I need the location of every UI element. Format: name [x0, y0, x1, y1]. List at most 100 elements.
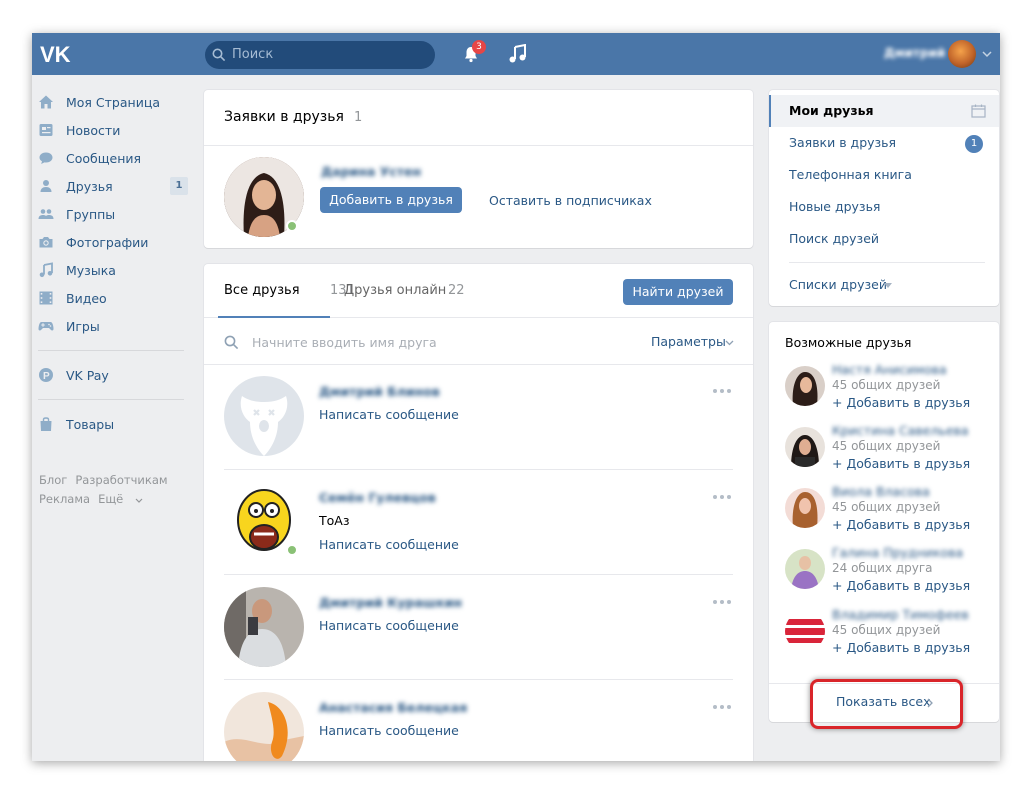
menu-item-friend-requests[interactable]: Заявки в друзья 1 — [769, 127, 999, 159]
sidebar-item-label: Моя Страница — [66, 94, 160, 110]
menu-item-find-friends[interactable]: Поиск друзей — [769, 223, 999, 255]
svg-text:VK: VK — [40, 43, 71, 65]
avatar[interactable] — [785, 427, 825, 467]
mutual-friends-count: 24 общих друга — [832, 561, 933, 575]
friend-requests-card: Заявки в друзья 1 Дарина Устен Добавить … — [204, 90, 753, 248]
top-bar: VK Поиск 3 Дмитрий — [32, 33, 1000, 75]
sidebar-item-games[interactable]: Игры — [32, 312, 202, 340]
sidebar-divider — [38, 399, 184, 400]
sidebar-item-label: Игры — [66, 318, 100, 334]
calendar-icon[interactable] — [971, 104, 986, 118]
add-friend-label: Добавить в друзья — [846, 395, 971, 410]
friend-name[interactable]: Дмитрий Блинов — [319, 384, 440, 399]
sidebar-item-label: Группы — [66, 206, 116, 222]
friend-search-bar[interactable]: Начните вводить имя друга Параметры — [204, 319, 753, 365]
friends-icon — [38, 178, 54, 194]
suggested-friend-name[interactable]: Галина Прудникова — [832, 545, 963, 560]
avatar[interactable] — [224, 587, 304, 667]
sidebar-item-news[interactable]: Новости — [32, 116, 202, 144]
vk-logo-icon[interactable]: VK — [39, 43, 73, 65]
more-options-icon[interactable] — [712, 599, 732, 605]
suggested-friend-name[interactable]: Кристина Савельева — [832, 423, 969, 438]
more-options-icon[interactable] — [712, 388, 732, 394]
tab-all-friends[interactable]: Все друзья — [224, 283, 300, 298]
friend-lists-dropdown[interactable]: Списки друзей — [789, 277, 887, 292]
menu-item-new-friends[interactable]: Новые друзья — [769, 191, 999, 223]
suggested-friend-name[interactable]: Виола Власова — [832, 484, 930, 499]
chevron-down-icon — [884, 283, 892, 288]
sidebar-item-music[interactable]: Музыка — [32, 256, 202, 284]
search-input[interactable]: Поиск — [205, 41, 435, 69]
add-friend-link[interactable]: + Добавить в друзья — [832, 395, 970, 410]
friends-menu-card: Мои друзья Заявки в друзья 1 Телефонная … — [769, 90, 999, 306]
possible-friends-title: Возможные друзья — [785, 335, 912, 350]
footer-link-developers[interactable]: Разработчикам — [75, 473, 167, 487]
add-friend-link[interactable]: + Добавить в друзья — [832, 517, 970, 532]
add-friend-link[interactable]: + Добавить в друзья — [832, 456, 970, 471]
divider — [789, 262, 985, 263]
menu-item-phone-book[interactable]: Телефонная книга — [769, 159, 999, 191]
person-photo — [785, 549, 825, 589]
sidebar-item-vk-pay[interactable]: P VK Pay — [32, 361, 202, 389]
write-message-link[interactable]: Написать сообщение — [319, 407, 459, 422]
music-note-icon[interactable] — [507, 44, 529, 64]
footer-link-ads[interactable]: Реклама — [39, 492, 90, 506]
user-name[interactable]: Дмитрий — [884, 46, 945, 60]
parameters-dropdown[interactable]: Параметры — [651, 334, 726, 349]
online-indicator — [286, 544, 298, 556]
suggested-friend-name[interactable]: Настя Анисимова — [832, 362, 947, 377]
avatar[interactable] — [224, 692, 304, 761]
sidebar-item-friends[interactable]: Друзья 1 — [32, 172, 202, 200]
sidebar-item-photos[interactable]: Фотографии — [32, 228, 202, 256]
avatar[interactable] — [785, 488, 825, 528]
suggested-friend: Виола Власова 45 общих друзей + Добавить… — [785, 484, 995, 544]
menu-item-my-friends[interactable]: Мои друзья — [769, 95, 999, 127]
avatar[interactable] — [948, 40, 976, 68]
add-friend-link[interactable]: + Добавить в друзья — [832, 578, 970, 593]
suggested-friend-name[interactable]: Владимир Тимофеев — [832, 607, 969, 622]
write-message-link[interactable]: Написать сообщение — [319, 618, 459, 633]
avatar[interactable] — [785, 366, 825, 406]
chevron-down-icon — [725, 340, 734, 346]
sidebar-item-label: Новости — [66, 122, 121, 138]
sidebar-divider — [38, 350, 184, 351]
friend-name[interactable]: Анастасия Белецкая — [319, 700, 467, 715]
sidebar-item-messages[interactable]: Сообщения — [32, 144, 202, 172]
sidebar-item-my-page[interactable]: Моя Страница — [32, 88, 202, 116]
highlight-annotation — [810, 679, 963, 729]
avatar[interactable] — [224, 376, 304, 456]
add-friend-link[interactable]: + Добавить в друзья — [832, 640, 970, 655]
friend-name[interactable]: Семён Гулевцов — [319, 490, 436, 505]
request-person-name[interactable]: Дарина Устен — [321, 164, 421, 179]
requests-count-badge: 1 — [965, 135, 983, 153]
notification-badge: 3 — [472, 40, 486, 54]
friend-name[interactable]: Дмитрий Курашкин — [319, 595, 462, 610]
find-friends-button[interactable]: Найти друзей — [623, 279, 733, 305]
person-photo — [224, 587, 304, 667]
add-friend-label: Добавить в друзья — [846, 456, 971, 471]
list-item: Семён Гулевцов ТоАз Написать сообщение — [204, 482, 753, 588]
sidebar-item-label: Видео — [66, 290, 107, 306]
avatar[interactable] — [785, 611, 825, 651]
more-options-icon[interactable] — [712, 494, 732, 500]
add-friend-button[interactable]: Добавить в друзья — [320, 187, 462, 213]
brand-logo-avatar — [785, 611, 825, 651]
more-options-icon[interactable] — [712, 704, 732, 710]
friends-tabs: Все друзья 131 Друзья онлайн 22 Найти др… — [204, 264, 753, 318]
tab-friends-online[interactable]: Друзья онлайн — [344, 283, 446, 298]
write-message-link[interactable]: Написать сообщение — [319, 723, 459, 738]
chevron-down-icon[interactable] — [982, 50, 992, 58]
sidebar-item-goods[interactable]: Товары — [32, 410, 202, 438]
write-message-link[interactable]: Написать сообщение — [319, 537, 459, 552]
chevron-down-icon — [135, 498, 143, 503]
keep-subscriber-button[interactable]: Оставить в подписчиках — [489, 193, 652, 208]
suggested-friend: Кристина Савельева 45 общих друзей + Доб… — [785, 423, 995, 483]
sidebar-item-label: Сообщения — [66, 150, 142, 166]
footer-link-more[interactable]: Ещё — [98, 492, 143, 506]
sidebar-item-groups[interactable]: Группы — [32, 200, 202, 228]
news-icon — [38, 122, 54, 138]
footer-link-blog[interactable]: Блог — [39, 473, 67, 487]
avatar[interactable] — [785, 549, 825, 589]
sidebar-item-video[interactable]: Видео — [32, 284, 202, 312]
suggested-friend: Настя Анисимова 45 общих друзей + Добави… — [785, 362, 995, 422]
